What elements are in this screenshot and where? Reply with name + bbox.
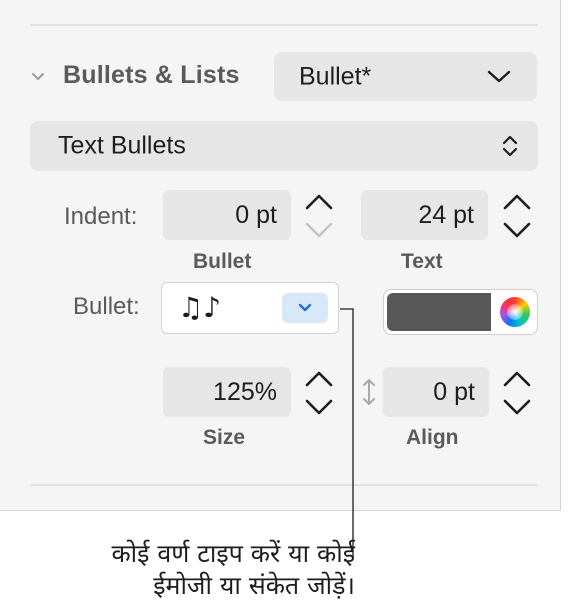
bullet-size-field[interactable]: 125% — [163, 367, 291, 417]
bullet-align-field[interactable]: 0 pt — [383, 367, 489, 417]
bullet-align-caption: Align — [406, 426, 459, 449]
bullet-indent-caption: Bullet — [193, 250, 252, 273]
bullet-size-caption: Size — [203, 426, 246, 449]
indent-label: Indent: — [64, 203, 138, 230]
text-indent-field[interactable]: 24 pt — [361, 190, 488, 240]
callout-line-1: कोई वर्ण टाइप करें या कोई — [111, 539, 355, 568]
callout-line-2: ईमोजी या संकेत जोड़ें। — [153, 571, 355, 600]
chevron-down-icon[interactable] — [31, 70, 45, 84]
list-style-popup[interactable]: Bullet* — [274, 52, 537, 101]
bullet-label: Bullet: — [73, 293, 140, 320]
text-indent-stepper[interactable] — [499, 190, 535, 242]
bullet-color-swatch[interactable] — [387, 293, 491, 331]
list-style-value: Bullet* — [299, 62, 372, 90]
bullet-indent-field[interactable]: 0 pt — [163, 190, 291, 240]
top-divider — [30, 24, 538, 26]
chevron-down-icon — [487, 70, 511, 83]
bullet-align-stepper[interactable] — [499, 367, 535, 419]
bullet-character-dropdown[interactable] — [282, 293, 328, 323]
bullet-indent-stepper[interactable] — [301, 190, 337, 242]
chevron-down-icon — [298, 303, 312, 312]
bottom-divider — [30, 484, 538, 486]
color-wheel-icon[interactable] — [500, 297, 530, 327]
bullet-color-well[interactable] — [383, 289, 538, 335]
callout-leader-line — [340, 308, 354, 558]
bullet-character-field[interactable]: ♫♪ — [161, 282, 339, 334]
text-indent-caption: Text — [401, 250, 443, 273]
up-down-chevron-icon — [502, 135, 518, 157]
section-title: Bullets & Lists — [63, 61, 240, 89]
bullet-type-popup[interactable]: Text Bullets — [30, 121, 538, 171]
bullet-character: ♫♪ — [178, 291, 221, 324]
format-sidebar-panel: Bullets & Lists Bullet* Text Bullets Ind… — [0, 0, 561, 511]
bullet-type-value: Text Bullets — [58, 131, 186, 160]
